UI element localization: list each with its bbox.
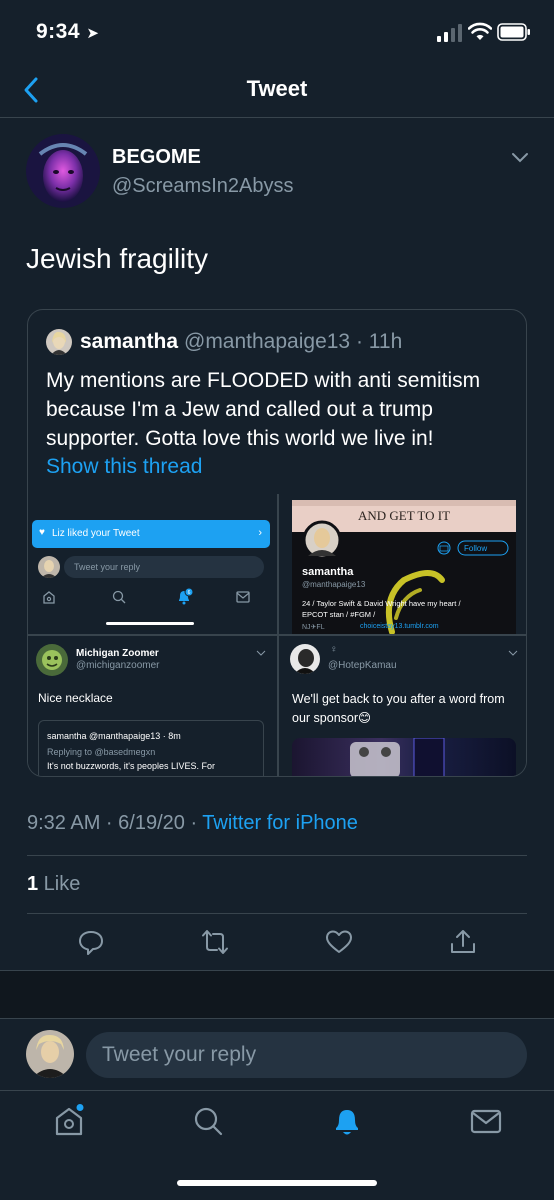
nested-quote: samantha @manthapaige13 · 8m Replying to… xyxy=(38,720,264,776)
status-time: 9:34 ➤ xyxy=(36,20,100,43)
spacer xyxy=(0,971,554,1018)
search-icon xyxy=(112,590,126,604)
status-bar: 9:34 ➤ xyxy=(0,0,554,64)
user-avatar[interactable] xyxy=(26,1030,74,1078)
quoted-tweet[interactable]: samantha @manthapaige13 · 11h My mention… xyxy=(27,309,527,777)
home-indicator xyxy=(177,1180,377,1186)
media-image-3[interactable]: Michigan Zoomer @michiganzoomer Nice nec… xyxy=(28,638,276,776)
svg-text:6: 6 xyxy=(188,590,191,596)
hotep-avatar xyxy=(290,644,320,674)
messages-icon[interactable] xyxy=(469,1104,503,1138)
reply-author-name: Michigan Zoomer xyxy=(76,648,159,659)
reply-text: Nice necklace xyxy=(38,691,113,705)
retweet-icon[interactable] xyxy=(201,928,229,956)
profile-name: samantha xyxy=(302,566,354,578)
likes-count[interactable]: 1 Like xyxy=(27,873,80,896)
quoted-name: samantha xyxy=(80,330,179,353)
battery-icon xyxy=(497,23,530,41)
tweet-source[interactable]: Twitter for iPhone xyxy=(202,812,358,834)
caret-down-icon xyxy=(508,650,518,656)
gender-icon: ♀ xyxy=(330,644,338,655)
liked-notification: ♥ Liz liked your Tweet › xyxy=(32,520,270,548)
media-image-1[interactable]: ♥ Liz liked your Tweet › Tweet your repl… xyxy=(28,494,276,634)
media-grid[interactable]: ♥ Liz liked your Tweet › Tweet your repl… xyxy=(28,494,526,776)
mini-avatar xyxy=(38,556,60,578)
author-avatar[interactable] xyxy=(26,134,100,208)
sponsor-text: We'll get back to you after a word from … xyxy=(292,692,505,725)
nested-quote-user: samantha @manthapaige13 · 8m xyxy=(47,731,181,741)
mini-reply-box: Tweet your reply xyxy=(64,556,264,578)
reply-input[interactable]: Tweet your reply xyxy=(86,1032,527,1078)
page-title: Tweet xyxy=(246,76,308,101)
nested-quote-replying: Replying to @basedmegxn xyxy=(47,747,156,757)
profile-location: NJ✈FL xyxy=(302,624,325,631)
tweet-text: Jewish fragility xyxy=(26,243,209,274)
mini-home-indicator xyxy=(106,622,194,625)
wifi-icon xyxy=(468,22,492,40)
caret-down-icon xyxy=(256,650,266,656)
nested-quote-text: It's not buzzwords, it's peoples LIVES. … xyxy=(47,761,216,771)
divider xyxy=(27,913,527,914)
notifications-icon: 6 xyxy=(179,588,194,605)
search-icon[interactable] xyxy=(191,1104,225,1138)
tweet-timestamp: 9:32 AM · 6/19/20 · Twitter for iPhone xyxy=(27,812,358,834)
share-icon[interactable] xyxy=(449,928,477,956)
reply-icon[interactable] xyxy=(77,928,105,956)
media-image-2[interactable]: AND GET TO IT Follow samantha @manthapai… xyxy=(280,494,526,634)
home-icon[interactable] xyxy=(52,1104,86,1138)
divider xyxy=(27,855,527,856)
reply-author-handle: @michiganzoomer xyxy=(76,660,160,671)
grid-divider xyxy=(28,634,526,636)
media-image-4[interactable]: ♀ @HotepKamau We'll get back to you afte… xyxy=(280,638,526,776)
nav-bar: Tweet xyxy=(0,64,554,118)
signal-icon xyxy=(437,24,462,42)
banner-text: AND GET TO IT xyxy=(357,508,451,523)
like-icon[interactable] xyxy=(325,928,353,956)
follow-button: Follow xyxy=(464,544,488,553)
profile-bio: EPCOT stan / #FGM / xyxy=(302,610,376,619)
profile-link: choiceistay13.tumblr.com xyxy=(360,623,439,630)
home-icon xyxy=(43,591,55,604)
michigan-avatar xyxy=(36,644,68,676)
quoted-avatar xyxy=(46,329,72,355)
sponsor-handle: @HotepKamau xyxy=(328,660,397,671)
profile-handle: @manthapaige13 xyxy=(302,580,366,589)
author-handle[interactable]: @ScreamsIn2Abyss xyxy=(112,175,293,198)
quoted-text: My mentions are FLOODED with anti semiti… xyxy=(46,369,481,450)
profile-bio: 24 / Taylor Swift & David Wright have my… xyxy=(302,599,461,608)
video-thumbnail xyxy=(292,738,516,776)
quoted-handle-time: @manthapaige13 · 11h xyxy=(184,330,403,353)
profile-screenshot: AND GET TO IT Follow samantha @manthapai… xyxy=(292,500,516,634)
notifications-icon[interactable] xyxy=(330,1104,364,1138)
show-thread-link[interactable]: Show this thread xyxy=(46,455,202,479)
author-name[interactable]: BEGOME xyxy=(112,146,201,169)
caret-down-icon[interactable] xyxy=(510,150,530,164)
messages-icon xyxy=(236,591,250,603)
